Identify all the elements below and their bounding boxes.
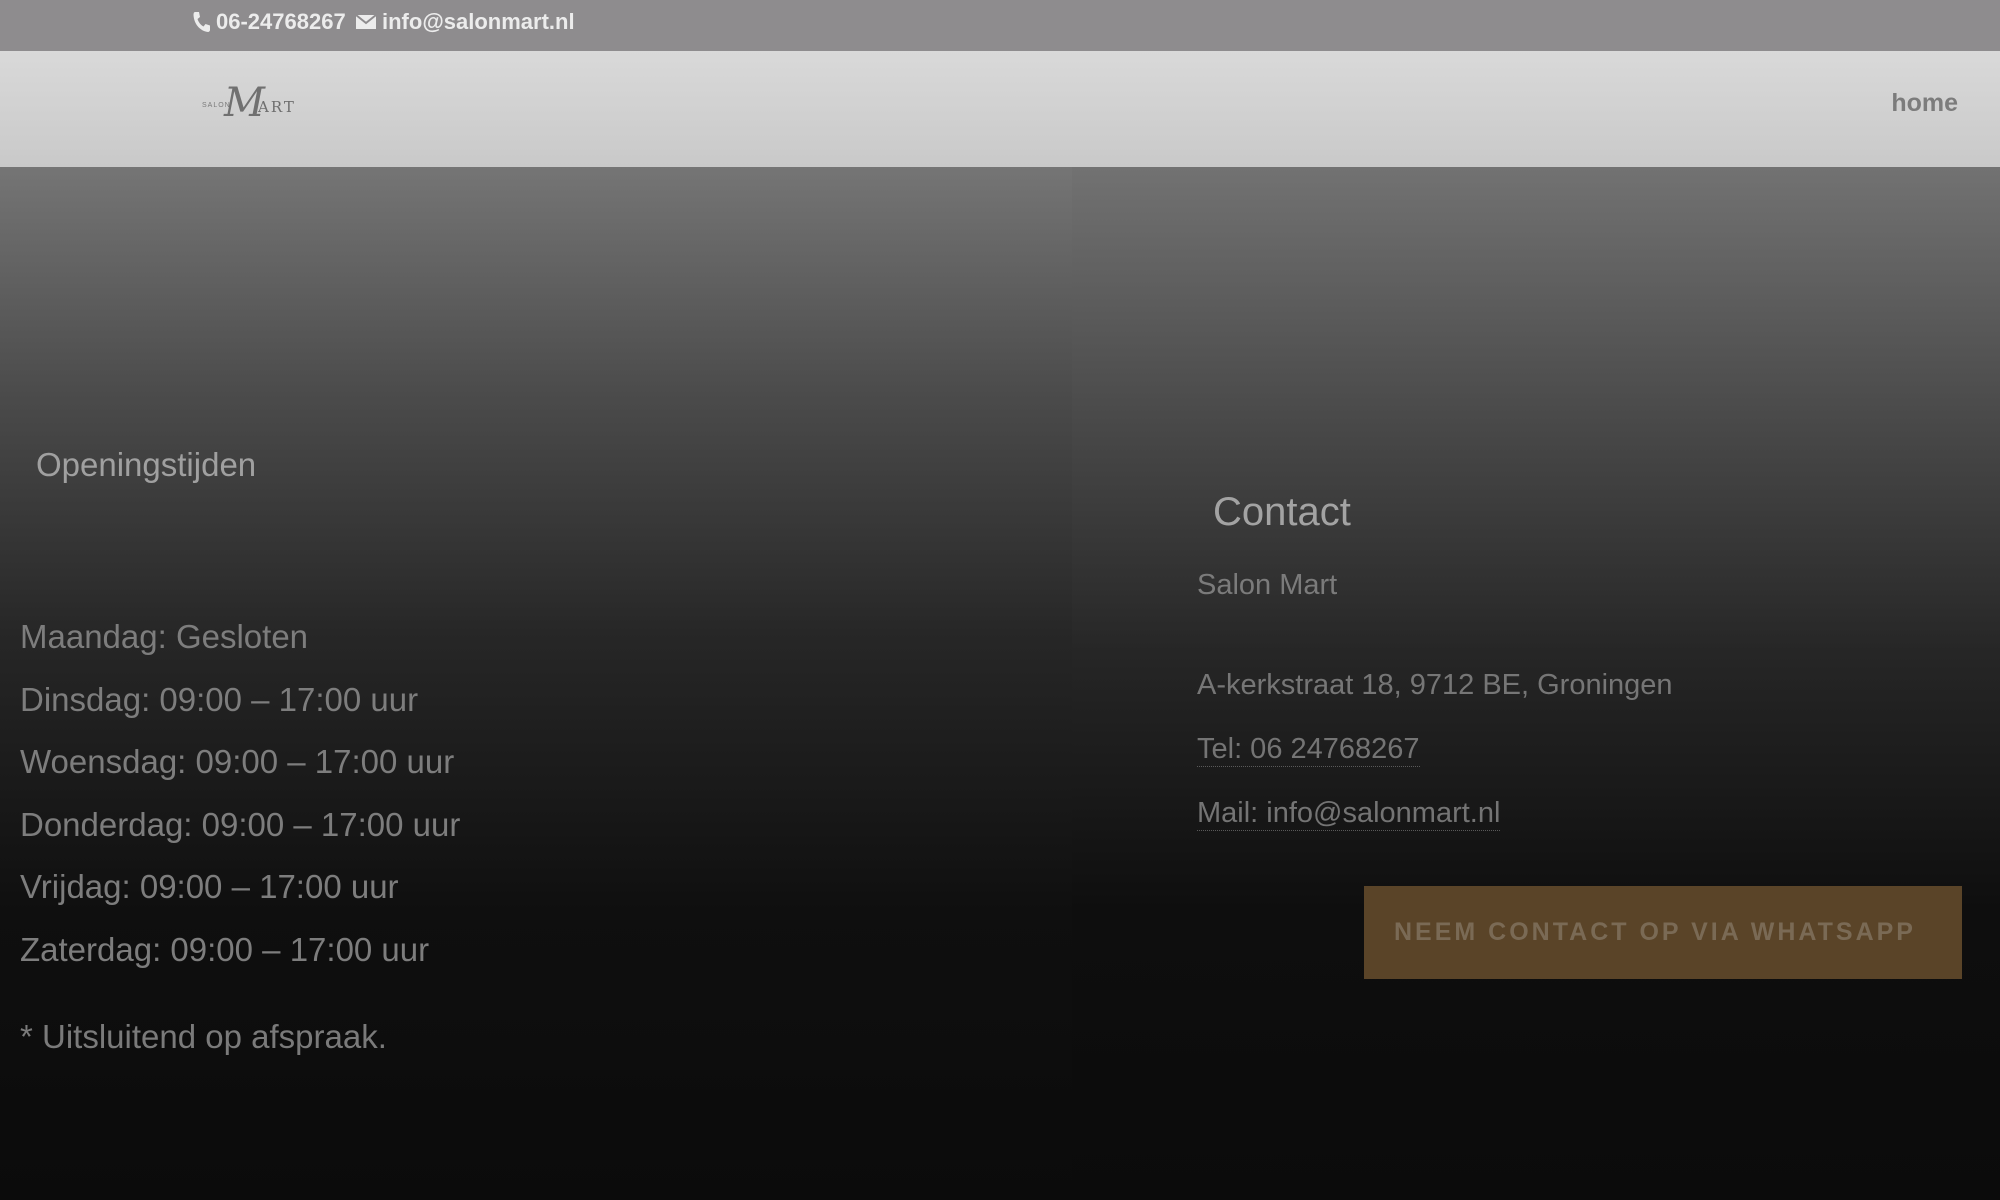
topbar-phone-text: 06-24768267 — [216, 9, 346, 34]
hours-day: Zaterdag: 09:00 – 17:00 uur — [20, 930, 430, 968]
envelope-icon — [356, 14, 376, 29]
hours-day: Vrijdag: 09:00 – 17:00 uur — [20, 868, 399, 905]
top-bar: 06-24768267 info@salonmart.nl — [0, 0, 2000, 51]
hours-title: Openingstijden — [36, 446, 257, 483]
appointment-note: * Uitsluitend op afspraak. — [20, 1018, 387, 1055]
contact-mail-link[interactable]: Mail: info@salonmart.nl — [1197, 797, 1501, 831]
hours-list: Maandag: Gesloten Dinsdag: 09:00 – 17:00… — [20, 606, 460, 981]
topbar-phone[interactable]: 06-24768267 — [192, 9, 346, 35]
contact-name: Salon Mart — [1197, 569, 1338, 601]
hours-day: Dinsdag: 09:00 – 17:00 uur — [20, 680, 419, 718]
salon-mart-logo[interactable]: SALON M ART — [200, 78, 296, 128]
nav-home[interactable]: home — [1891, 89, 1958, 118]
hours-day: Donderdag: 09:00 – 17:00 uur — [20, 805, 461, 843]
contact-title: Contact — [1213, 490, 1351, 534]
whatsapp-contact-button[interactable]: NEEM CONTACT OP VIA WHATSAPP — [1364, 886, 1962, 979]
hours-day: Maandag: Gesloten — [20, 618, 309, 655]
topbar-email[interactable]: info@salonmart.nl — [356, 9, 575, 35]
topbar-email-text: info@salonmart.nl — [382, 9, 575, 34]
site-header — [0, 51, 2000, 167]
phone-icon — [193, 12, 210, 32]
contact-tel-link[interactable]: Tel: 06 24768267 — [1197, 733, 1420, 767]
logo-rest-text: ART — [258, 98, 296, 116]
contact-address: A-kerkstraat 18, 9712 BE, Groningen — [1197, 669, 1673, 701]
hours-day: Woensdag: 09:00 – 17:00 uur — [20, 743, 455, 780]
